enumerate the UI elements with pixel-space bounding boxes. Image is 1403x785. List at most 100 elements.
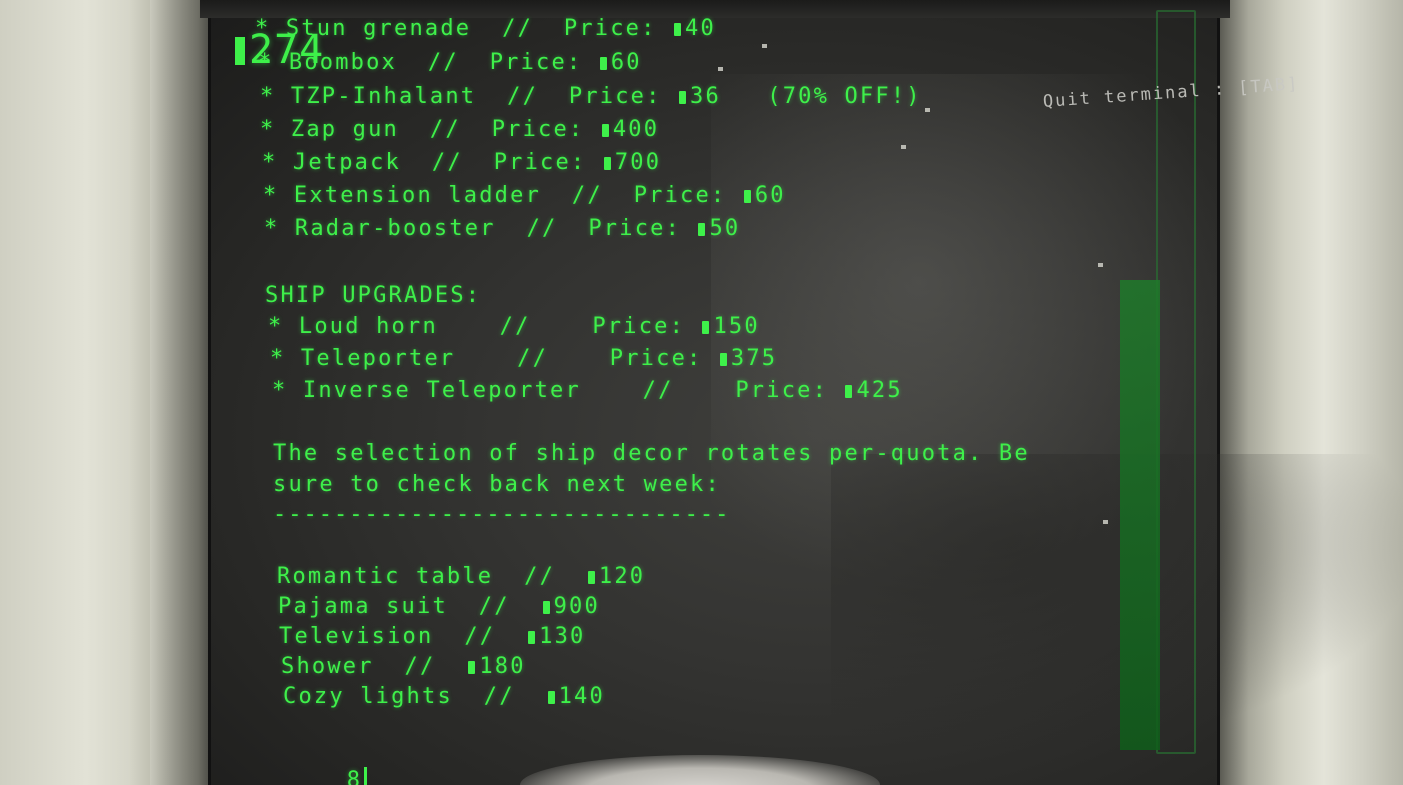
upgrade-item[interactable]: * Teleporter // Price: 375 (270, 346, 777, 372)
item-name: Zap gun (290, 117, 400, 142)
decor-separator: // (373, 654, 467, 679)
item-price-label: Price: (493, 150, 602, 175)
store-item[interactable]: * Boombox // Price: 60 (258, 50, 642, 76)
decor-item[interactable]: Pajama suit // 900 (278, 594, 600, 620)
item-bullet: * (263, 183, 294, 208)
item-price: 60 (610, 50, 642, 75)
upgrade-bullet: * (272, 378, 303, 403)
upgrade-price-label: Price: (609, 346, 718, 371)
screen-speck (1098, 263, 1103, 267)
item-price-label: Price: (588, 216, 697, 241)
credit-icon (542, 601, 550, 614)
decor-item[interactable]: Romantic table // 120 (277, 564, 645, 590)
scrollbar-track[interactable] (1156, 10, 1196, 754)
upgrade-name: Loud horn (298, 314, 438, 339)
credit-icon (587, 571, 595, 584)
item-bullet: * (264, 216, 295, 241)
item-price-label: Price: (568, 84, 678, 109)
upgrade-price: 425 (856, 378, 903, 403)
screen-speck (901, 145, 906, 149)
screen-shadow (831, 454, 1403, 754)
item-separator: // (476, 84, 569, 109)
item-separator: // (399, 117, 492, 142)
scrollbar-thumb[interactable] (1120, 280, 1160, 750)
decor-price: 180 (479, 654, 526, 679)
item-name: Stun grenade (285, 16, 472, 41)
item-bullet: * (262, 150, 293, 175)
store-item[interactable]: * TZP-Inhalant // Price: 36 (70% OFF!) (260, 84, 922, 110)
credit-icon (674, 23, 682, 36)
game-view: 274 Quit terminal : [TAB] * Stun grenade… (0, 0, 1403, 785)
decor-name: Pajama suit (278, 594, 448, 619)
frame-shade (150, 0, 215, 785)
item-bullet: * (258, 50, 289, 75)
decor-separator: // (433, 624, 527, 649)
upgrade-item[interactable]: * Loud horn // Price: 150 (268, 314, 760, 340)
upgrade-separator: // (580, 378, 736, 403)
item-name: Boombox (288, 50, 398, 75)
item-bullet: * (255, 16, 286, 41)
store-item[interactable]: * Jetpack // Price: 700 (262, 150, 661, 176)
decor-separator: // (452, 684, 546, 709)
screen-speck (762, 44, 767, 48)
upgrade-item[interactable]: * Inverse Teleporter // Price: 425 (272, 378, 903, 404)
item-price: 400 (612, 117, 660, 142)
credit-icon (702, 321, 710, 334)
credit-icon (547, 691, 555, 704)
decor-note-line-2: sure to check back next week: (273, 472, 721, 497)
upgrade-price: 375 (730, 346, 778, 371)
item-price: 60 (754, 183, 786, 208)
upgrade-name: Teleporter (300, 346, 456, 371)
upgrade-price-label: Price: (735, 378, 844, 403)
decor-price: 130 (539, 624, 586, 649)
store-item[interactable]: * Stun grenade // Price: 40 (255, 16, 716, 42)
item-name: TZP-Inhalant (290, 84, 477, 109)
credit-icon (599, 57, 607, 70)
upgrade-bullet: * (268, 314, 299, 339)
store-item[interactable]: * Extension ladder // Price: 60 (263, 183, 786, 209)
store-item[interactable]: * Radar-booster // Price: 50 (264, 216, 740, 242)
credit-icon (679, 91, 687, 104)
item-separator: // (495, 216, 589, 241)
upgrade-bullet: * (270, 346, 301, 371)
credit-icon (743, 190, 751, 203)
decor-name: Cozy lights (283, 684, 453, 709)
item-name: Jetpack (292, 150, 402, 175)
credit-icon (603, 157, 611, 170)
decor-name: Romantic table (277, 564, 494, 589)
item-price: 36 (690, 84, 721, 109)
item-separator: // (541, 183, 634, 208)
upgrade-price: 150 (713, 314, 760, 339)
credit-icon (845, 385, 853, 398)
decor-item[interactable]: Cozy lights // 140 (283, 684, 605, 710)
item-bullet: * (260, 84, 291, 109)
credit-icon (719, 353, 727, 366)
item-separator: // (471, 16, 564, 41)
credit-icon (601, 124, 609, 137)
decor-name: Shower (281, 654, 374, 679)
decor-price: 140 (558, 684, 605, 709)
item-price-label: Price: (489, 50, 598, 75)
upgrade-separator: // (455, 346, 610, 371)
decor-separator: // (447, 594, 541, 619)
credit-icon (468, 661, 476, 674)
item-name: Extension ladder (293, 183, 542, 208)
item-bullet: * (260, 117, 291, 142)
item-price: 50 (709, 216, 741, 241)
item-price: 700 (614, 150, 662, 175)
upgrade-separator: // (437, 314, 593, 339)
credit-icon (698, 223, 706, 236)
credit-icon (235, 37, 245, 65)
decor-item[interactable]: Television // 130 (279, 624, 585, 650)
store-item[interactable]: * Zap gun // Price: 400 (260, 117, 659, 143)
item-price-label: Price: (563, 16, 673, 41)
terminal-input[interactable]: 8 (285, 741, 368, 785)
item-separator: // (397, 50, 490, 75)
item-discount: (70% OFF!) (720, 84, 922, 109)
item-price-label: Price: (491, 117, 600, 142)
screen-speck (925, 108, 930, 112)
screen-speck (1103, 520, 1108, 524)
decor-separator: // (493, 564, 586, 589)
decor-item[interactable]: Shower // 180 (281, 654, 526, 680)
item-price: 40 (685, 16, 716, 41)
